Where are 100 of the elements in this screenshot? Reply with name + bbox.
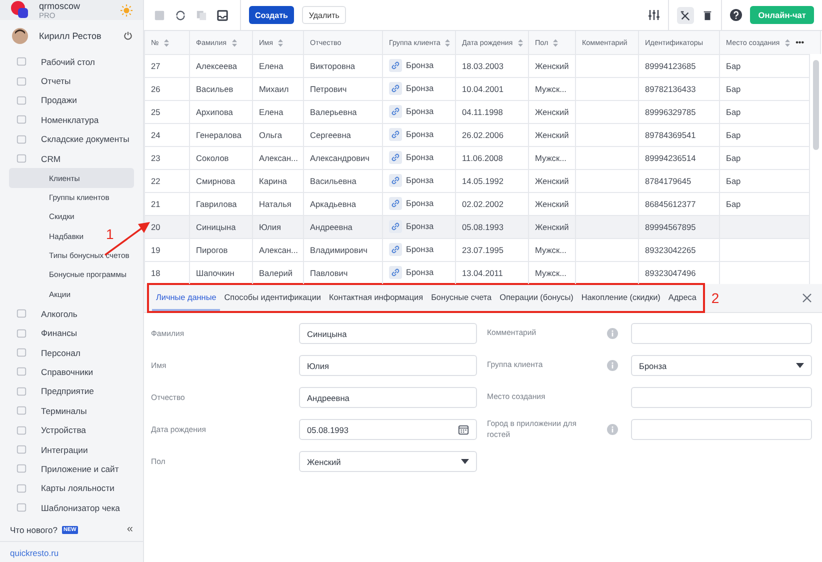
tools-button[interactable] (677, 6, 694, 24)
input-field[interactable]: Юлия (299, 355, 477, 376)
menu-item[interactable]: Устройства (0, 420, 134, 440)
input-field[interactable] (631, 387, 812, 408)
delete-button[interactable]: Удалить (302, 6, 346, 24)
save-icon[interactable] (154, 10, 165, 20)
annotation-number: 1 (106, 226, 114, 242)
table-cell: Васильев (196, 84, 234, 94)
input-field[interactable] (631, 419, 812, 440)
table-cell: Бронза (406, 198, 434, 208)
table-cell: Елена (259, 107, 284, 117)
menu-item-icon (16, 502, 27, 514)
menu-item-icon (16, 386, 27, 397)
sliders-icon[interactable] (648, 9, 660, 21)
table-cell: 26 (151, 84, 160, 94)
table-cell: Гаврилова (196, 199, 237, 209)
table-cell: Пирогов (196, 245, 228, 255)
table-cell: 89784369541 (645, 130, 696, 140)
menu-item[interactable]: Алкоголь (0, 304, 134, 324)
whats-new-link[interactable]: Что нового? (10, 524, 58, 535)
dropdown[interactable]: Женский (299, 451, 477, 472)
tray-icon[interactable] (217, 10, 228, 20)
table-cell: 89996329785 (645, 107, 696, 117)
info-icon[interactable] (607, 328, 618, 339)
refresh-icon[interactable] (175, 10, 186, 20)
menu-item-icon (16, 347, 27, 358)
sort-icon (784, 39, 790, 48)
avatar (12, 28, 28, 44)
table-cell: 26.02.2006 (462, 130, 504, 140)
info-icon[interactable] (607, 360, 618, 371)
table-cell: Васильевна (310, 176, 356, 186)
link-icon (389, 82, 402, 94)
input-field[interactable]: Андреевна (299, 387, 477, 408)
table-cell: Ольга (259, 130, 282, 140)
table-row[interactable]: 20 Синицына Юлия Андреевна Бронза 05.08.1993 Женский 89994567895 (144, 216, 820, 238)
dropdown[interactable]: Бронза (631, 355, 812, 376)
menu-item[interactable]: Продажи (0, 90, 134, 110)
menu-item[interactable]: Интеграции (0, 440, 134, 460)
sun-icon[interactable] (120, 4, 133, 16)
close-icon[interactable] (802, 293, 812, 303)
menu-item[interactable]: Шаблонизатор чека (0, 498, 134, 518)
input-field[interactable] (631, 323, 812, 344)
menu-item[interactable]: Терминалы (0, 401, 134, 420)
tab[interactable]: Бонусные счета (427, 285, 496, 311)
menu-item[interactable]: Рабочий стол (0, 52, 134, 72)
scrollbar-thumb[interactable] (813, 60, 819, 150)
table-cell: Алексан... (259, 153, 298, 163)
tab[interactable]: Личные данные (152, 285, 220, 311)
menu-item[interactable]: CRM (0, 148, 134, 168)
link-icon (389, 58, 402, 72)
trash-icon[interactable] (702, 10, 714, 20)
site-link[interactable]: quickresto.ru (0, 542, 143, 562)
tab[interactable]: Операции (бонусы) (496, 285, 578, 311)
menu-item-icon (16, 366, 27, 378)
account-name: qrmoscow (39, 0, 82, 10)
table-cell: Женский (535, 222, 569, 232)
menu-item[interactable]: Справочники (0, 362, 134, 382)
menu-item[interactable]: Номенклатура (0, 110, 134, 130)
power-icon[interactable] (123, 31, 133, 41)
table-cell: Викторовна (310, 61, 356, 71)
info-icon[interactable] (607, 424, 618, 435)
tab[interactable]: Контактная информация (324, 285, 428, 311)
menu-item-icon (16, 463, 27, 474)
menu-item[interactable]: Персонал (0, 342, 134, 362)
table-cell: Владимирович (310, 245, 368, 255)
tab[interactable]: Накопление (скидки) (577, 285, 664, 311)
menu-item[interactable]: Финансы (0, 323, 134, 343)
table-cell: 02.02.2002 (462, 199, 504, 209)
table-cell: Бронза (406, 221, 434, 231)
table-cell: 89994123685 (645, 61, 696, 71)
table-cell: Бронза (406, 83, 434, 93)
menu-item-icon (16, 114, 27, 126)
table-cell: 89782136433 (645, 84, 696, 94)
tab[interactable]: Адреса (664, 285, 700, 311)
table-cell: 27 (151, 61, 160, 71)
menu-item[interactable]: Складские документы (0, 130, 134, 149)
tab[interactable]: Способы идентификации (220, 285, 325, 311)
table-cell: 22 (151, 176, 160, 186)
menu-item[interactable]: Предприятие (0, 382, 134, 402)
table-cell: Аркадьевна (310, 199, 356, 209)
link-icon (389, 266, 402, 278)
calendar-icon[interactable] (458, 424, 469, 435)
table-cell: Андреевна (310, 222, 352, 232)
menu-item[interactable]: Приложение и сайт (0, 459, 134, 479)
table-cell: 89323047496 (645, 268, 696, 278)
table-cell: 89994567895 (645, 222, 696, 232)
menu-item-icon (16, 76, 27, 87)
more-icon[interactable]: ••• (796, 38, 804, 47)
menu-item[interactable]: Отчеты (0, 71, 134, 91)
collapse-button[interactable]: « (126, 524, 133, 536)
table-cell: Мужск... (535, 84, 566, 94)
table-cell: Женский (535, 61, 569, 71)
menu-item[interactable]: Карты лояльности (0, 478, 134, 498)
copy-icon[interactable] (196, 10, 207, 20)
table-cell: 04.11.1998 (462, 107, 503, 117)
create-button[interactable]: Создать (249, 6, 294, 24)
help-icon[interactable] (730, 9, 742, 21)
menu-item-icon (16, 424, 27, 436)
date-field[interactable]: 05.08.1993 (299, 419, 477, 440)
input-field[interactable]: Синицына (299, 323, 477, 344)
